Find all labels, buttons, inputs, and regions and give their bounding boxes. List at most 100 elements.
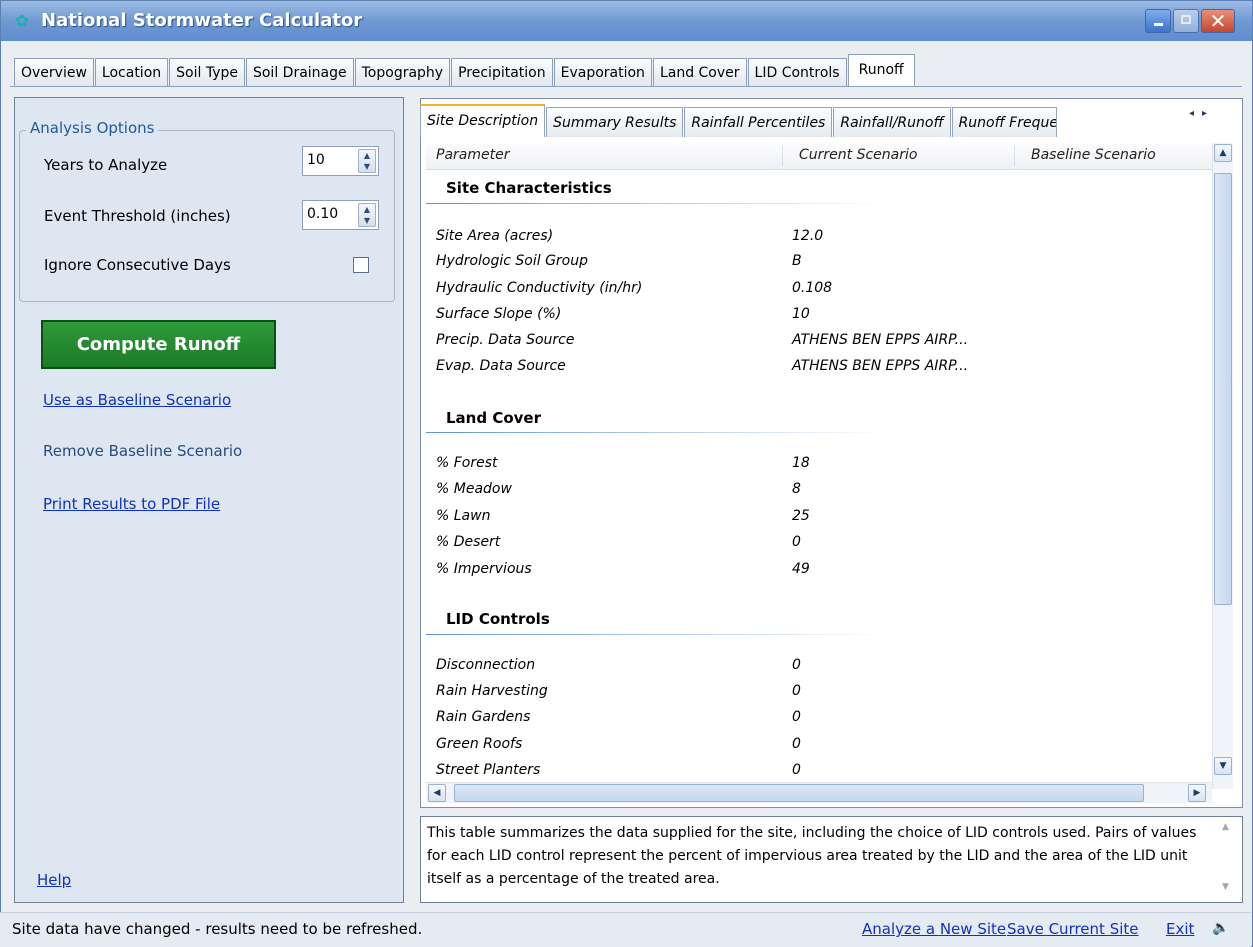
row-value: 0.108 (792, 280, 833, 296)
sub-tab-strip: Site Description Summary Results Rainfal… (420, 104, 1058, 137)
spin-arrows-icon[interactable]: ▲ ▼ (358, 149, 376, 173)
results-panel (420, 98, 1243, 808)
use-baseline-link[interactable]: Use as Baseline Scenario (43, 391, 231, 409)
row-param: Hydrologic Soil Group (436, 253, 589, 269)
row-param: % Lawn (436, 508, 491, 524)
row-value: 0 (792, 683, 801, 699)
tab-soil-drainage[interactable]: Soil Drainage (245, 58, 354, 86)
tab-topography[interactable]: Topography (354, 58, 451, 86)
grid-vertical-scrollbar[interactable]: ▲ ▼ (1212, 143, 1233, 789)
years-to-analyze-value[interactable]: 10 (307, 152, 325, 168)
header-divider (782, 146, 783, 166)
main-tab-strip: Overview Location Soil Type Soil Drainag… (14, 54, 916, 86)
minimize-button[interactable] (1145, 9, 1171, 33)
speaker-icon[interactable]: 🔈 (1212, 920, 1229, 936)
row-value: 10 (792, 306, 810, 322)
tab-precipitation[interactable]: Precipitation (451, 58, 553, 86)
row-param: Evap. Data Source (436, 358, 566, 374)
row-param: Disconnection (436, 657, 536, 673)
row-param: Site Area (acres) (436, 228, 554, 244)
scroll-thumb[interactable] (1214, 173, 1232, 605)
tab-rainfall-percentiles[interactable]: Rainfall Percentiles (684, 107, 833, 137)
ignore-consecutive-days-label: Ignore Consecutive Days (44, 256, 231, 274)
tab-rainfall-runoff[interactable]: Rainfall/Runoff (833, 107, 951, 137)
tab-divider (10, 86, 1242, 87)
description-text: This table summarizes the data supplied … (427, 825, 1197, 887)
maximize-button[interactable] (1173, 9, 1199, 33)
row-value: 49 (792, 561, 810, 577)
section-lid-controls: LID Controls (446, 610, 550, 628)
spin-arrows-icon[interactable]: ▲ ▼ (358, 203, 376, 227)
tab-location[interactable]: Location (94, 58, 169, 86)
compute-runoff-button[interactable]: Compute Runoff (41, 320, 276, 369)
grid-header: Parameter Current Scenario Baseline Scen… (426, 143, 1212, 170)
row-value: 0 (792, 534, 801, 550)
analysis-options-legend: Analysis Options (26, 119, 159, 137)
tab-lid-controls[interactable]: LID Controls (747, 58, 847, 86)
header-current-scenario[interactable]: Current Scenario (799, 147, 917, 163)
close-button[interactable]: ✕ (1201, 9, 1235, 33)
row-param: % Forest (436, 455, 498, 471)
row-param: Green Roofs (436, 736, 523, 752)
title-bar[interactable]: ✿ National Stormwater Calculator ✕ (1, 1, 1252, 41)
tab-land-cover[interactable]: Land Cover (652, 58, 747, 86)
header-baseline-scenario[interactable]: Baseline Scenario (1031, 147, 1156, 163)
tab-site-description[interactable]: Site Description (420, 104, 546, 137)
analyze-new-site-link[interactable]: Analyze a New Site (862, 920, 1006, 938)
row-param: Rain Harvesting (436, 683, 548, 699)
event-threshold-stepper[interactable]: 0.10 ▲ ▼ (302, 200, 379, 230)
status-message: Site data have changed - results need to… (12, 920, 423, 938)
scroll-down-icon[interactable]: ▼ (1214, 757, 1232, 775)
section-site-characteristics: Site Characteristics (446, 179, 612, 197)
row-value: B (792, 253, 802, 269)
exit-link[interactable]: Exit (1166, 920, 1194, 938)
section-land-cover: Land Cover (446, 409, 541, 427)
years-to-analyze-stepper[interactable]: 10 ▲ ▼ (302, 146, 379, 176)
maximize-icon (1181, 15, 1191, 24)
scroll-thumb[interactable] (454, 784, 1144, 802)
tab-soil-type[interactable]: Soil Type (169, 58, 245, 86)
scroll-up-icon[interactable]: ▲ (1222, 822, 1229, 832)
row-param: Street Planters (436, 762, 541, 778)
print-pdf-link[interactable]: Print Results to PDF File (43, 495, 220, 513)
help-link[interactable]: Help (37, 871, 71, 889)
event-threshold-value[interactable]: 0.10 (307, 206, 338, 222)
tab-scroll-arrows-icon[interactable]: ◂▸ (1189, 108, 1215, 119)
save-current-site-link[interactable]: Save Current Site (1007, 920, 1139, 938)
close-icon: ✕ (1209, 9, 1227, 33)
scroll-up-icon[interactable]: ▲ (1214, 144, 1232, 162)
minimize-icon (1153, 23, 1163, 26)
row-value: 0 (792, 657, 801, 673)
header-parameter[interactable]: Parameter (436, 147, 509, 163)
years-to-analyze-label: Years to Analyze (44, 156, 168, 174)
row-value: 25 (792, 508, 810, 524)
description-scrollbar[interactable]: ▲ ▼ (1222, 820, 1240, 900)
scroll-right-icon[interactable]: ▶ (1188, 784, 1206, 802)
grid-horizontal-scrollbar[interactable]: ◀ ▶ (426, 782, 1212, 803)
row-value: ATHENS BEN EPPS AIRP... (792, 332, 969, 348)
row-param: Hydraulic Conductivity (in/hr) (436, 280, 643, 296)
tab-runoff[interactable]: Runoff (847, 54, 915, 86)
row-param: Surface Slope (%) (436, 306, 562, 322)
section-underline (426, 203, 886, 204)
row-value: 0 (792, 709, 801, 725)
row-value: 0 (792, 762, 801, 778)
scroll-down-icon[interactable]: ▼ (1222, 882, 1229, 892)
section-underline (426, 432, 886, 433)
scroll-left-icon[interactable]: ◀ (428, 784, 446, 802)
app-logo-icon: ✿ (15, 11, 29, 30)
row-value: 18 (792, 455, 810, 471)
tab-summary-results[interactable]: Summary Results (546, 107, 684, 137)
row-value: ATHENS BEN EPPS AIRP... (792, 358, 969, 374)
row-param: % Impervious (436, 561, 532, 577)
event-threshold-label: Event Threshold (inches) (44, 207, 231, 225)
tab-runoff-frequency[interactable]: Runoff Frequen (951, 107, 1057, 137)
tab-overview[interactable]: Overview (14, 58, 94, 86)
row-param: Precip. Data Source (436, 332, 575, 348)
ignore-consecutive-days-checkbox[interactable] (353, 257, 369, 273)
tab-evaporation[interactable]: Evaporation (553, 58, 652, 86)
row-param: Rain Gardens (436, 709, 531, 725)
header-divider (1014, 146, 1015, 166)
remove-baseline-link[interactable]: Remove Baseline Scenario (43, 442, 242, 460)
row-param: % Meadow (436, 481, 512, 497)
